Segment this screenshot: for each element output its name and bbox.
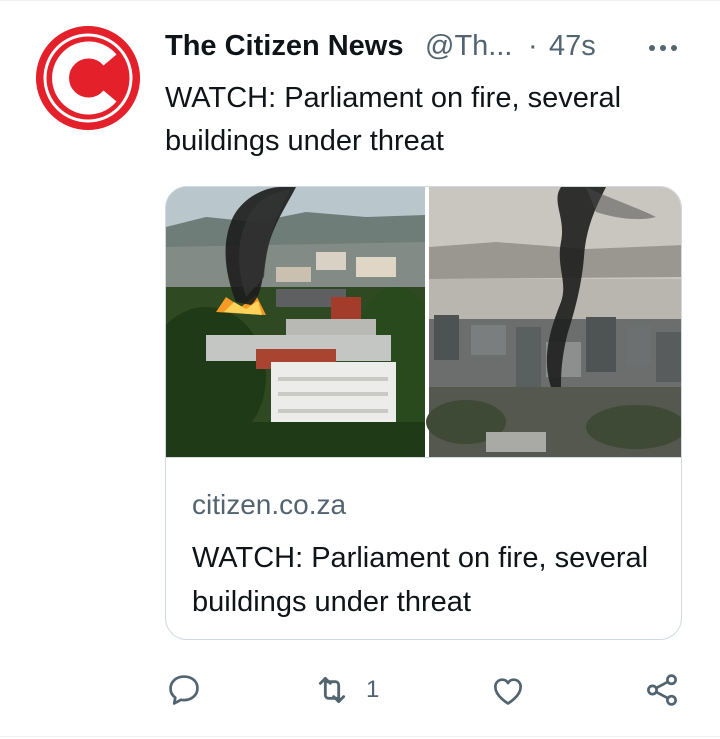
card-image [166,187,681,457]
reply-button[interactable] [165,668,203,712]
separator-dot: · [528,30,538,62]
citizen-logo [36,26,140,130]
tweet-actions: 1 [165,668,685,712]
like-button[interactable] [489,668,527,712]
retweet-button[interactable]: 1 [312,668,379,712]
tweet-text: WATCH: Parliament on fire, several build… [165,82,622,157]
card-divider [166,457,681,458]
photo-city-smoke [426,187,681,457]
reply-icon [169,675,199,705]
tweet-header: The Citizen News @Th... · 47s [165,30,685,70]
like-icon [493,678,523,705]
avatar[interactable] [36,26,140,130]
share-icon [647,674,677,706]
share-button[interactable] [643,668,681,712]
retweet-icon [318,676,346,704]
bottom-divider [0,736,720,737]
photo-parliament-fire [166,187,441,457]
retweet-count: 1 [366,676,380,703]
card-domain: citizen.co.za [192,489,347,520]
more-icon[interactable] [649,36,685,60]
card-title: WATCH: Parliament on fire, several build… [192,542,649,618]
link-card[interactable]: citizen.co.za WATCH: Parliament on fire,… [165,186,682,640]
author-handle[interactable]: @Th... [425,30,512,63]
tweet-timestamp[interactable]: 47s [549,30,596,63]
author-name[interactable]: The Citizen News [165,30,404,63]
top-divider [0,0,720,1]
